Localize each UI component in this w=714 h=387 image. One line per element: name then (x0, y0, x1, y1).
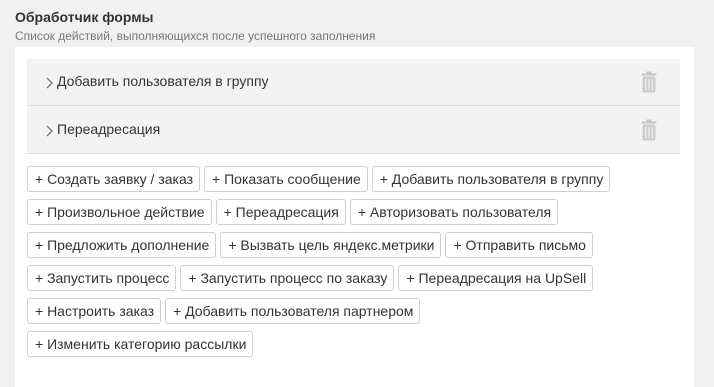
add-partner-user-button[interactable]: + Добавить пользователя партнером (165, 298, 421, 324)
form-handler-title: Обработчик формы (15, 9, 154, 25)
button-row: + Запустить процесс + Запустить процесс … (27, 265, 667, 291)
add-show-message-button[interactable]: + Показать сообщение (204, 166, 368, 192)
add-send-email-button[interactable]: + Отправить письмо (445, 232, 593, 258)
add-authorize-user-button[interactable]: + Авторизовать пользователя (349, 199, 559, 225)
add-metrika-goal-button[interactable]: + Вызвать цель яндекс.метрики (220, 232, 442, 258)
action-item-add-user-to-group[interactable]: Добавить пользователя в группу (27, 59, 680, 106)
form-handler-subtitle: Список действий, выполняющихся после усп… (15, 29, 376, 43)
actions-panel: Добавить пользователя в группу Переадрес… (15, 47, 694, 387)
chevron-right-icon[interactable] (43, 123, 57, 139)
action-item-label: Переадресация (57, 121, 161, 137)
add-offer-addon-button[interactable]: + Предложить дополнение (27, 232, 217, 258)
add-action-buttons: + Создать заявку / заказ + Показать сооб… (27, 166, 667, 364)
add-user-to-group-button[interactable]: + Добавить пользователя в группу (371, 166, 611, 192)
add-start-process-button[interactable]: + Запустить процесс (27, 265, 177, 291)
button-row: + Изменить категорию рассылки (27, 331, 667, 357)
action-item-redirect[interactable]: Переадресация (27, 106, 680, 154)
button-row: + Создать заявку / заказ + Показать сооб… (27, 166, 667, 192)
add-upsell-redirect-button[interactable]: + Переадресация на UpSell (398, 265, 594, 291)
button-row: + Настроить заказ + Добавить пользовател… (27, 298, 667, 324)
button-row: + Предложить дополнение + Вызвать цель я… (27, 232, 667, 258)
add-custom-action-button[interactable]: + Произвольное действие (27, 199, 212, 225)
add-change-mailing-category-button[interactable]: + Изменить категорию рассылки (27, 331, 254, 357)
button-row: + Произвольное действие + Переадресация … (27, 199, 667, 225)
add-start-order-process-button[interactable]: + Запустить процесс по заказу (180, 265, 395, 291)
action-list: Добавить пользователя в группу Переадрес… (27, 59, 680, 154)
add-configure-order-button[interactable]: + Настроить заказ (27, 298, 162, 324)
add-redirect-button[interactable]: + Переадресация (215, 199, 346, 225)
chevron-right-icon[interactable] (43, 75, 57, 91)
action-item-label: Добавить пользователя в группу (57, 73, 269, 89)
trash-icon[interactable] (641, 119, 657, 141)
add-create-order-button[interactable]: + Создать заявку / заказ (27, 166, 201, 192)
trash-icon[interactable] (641, 71, 657, 93)
